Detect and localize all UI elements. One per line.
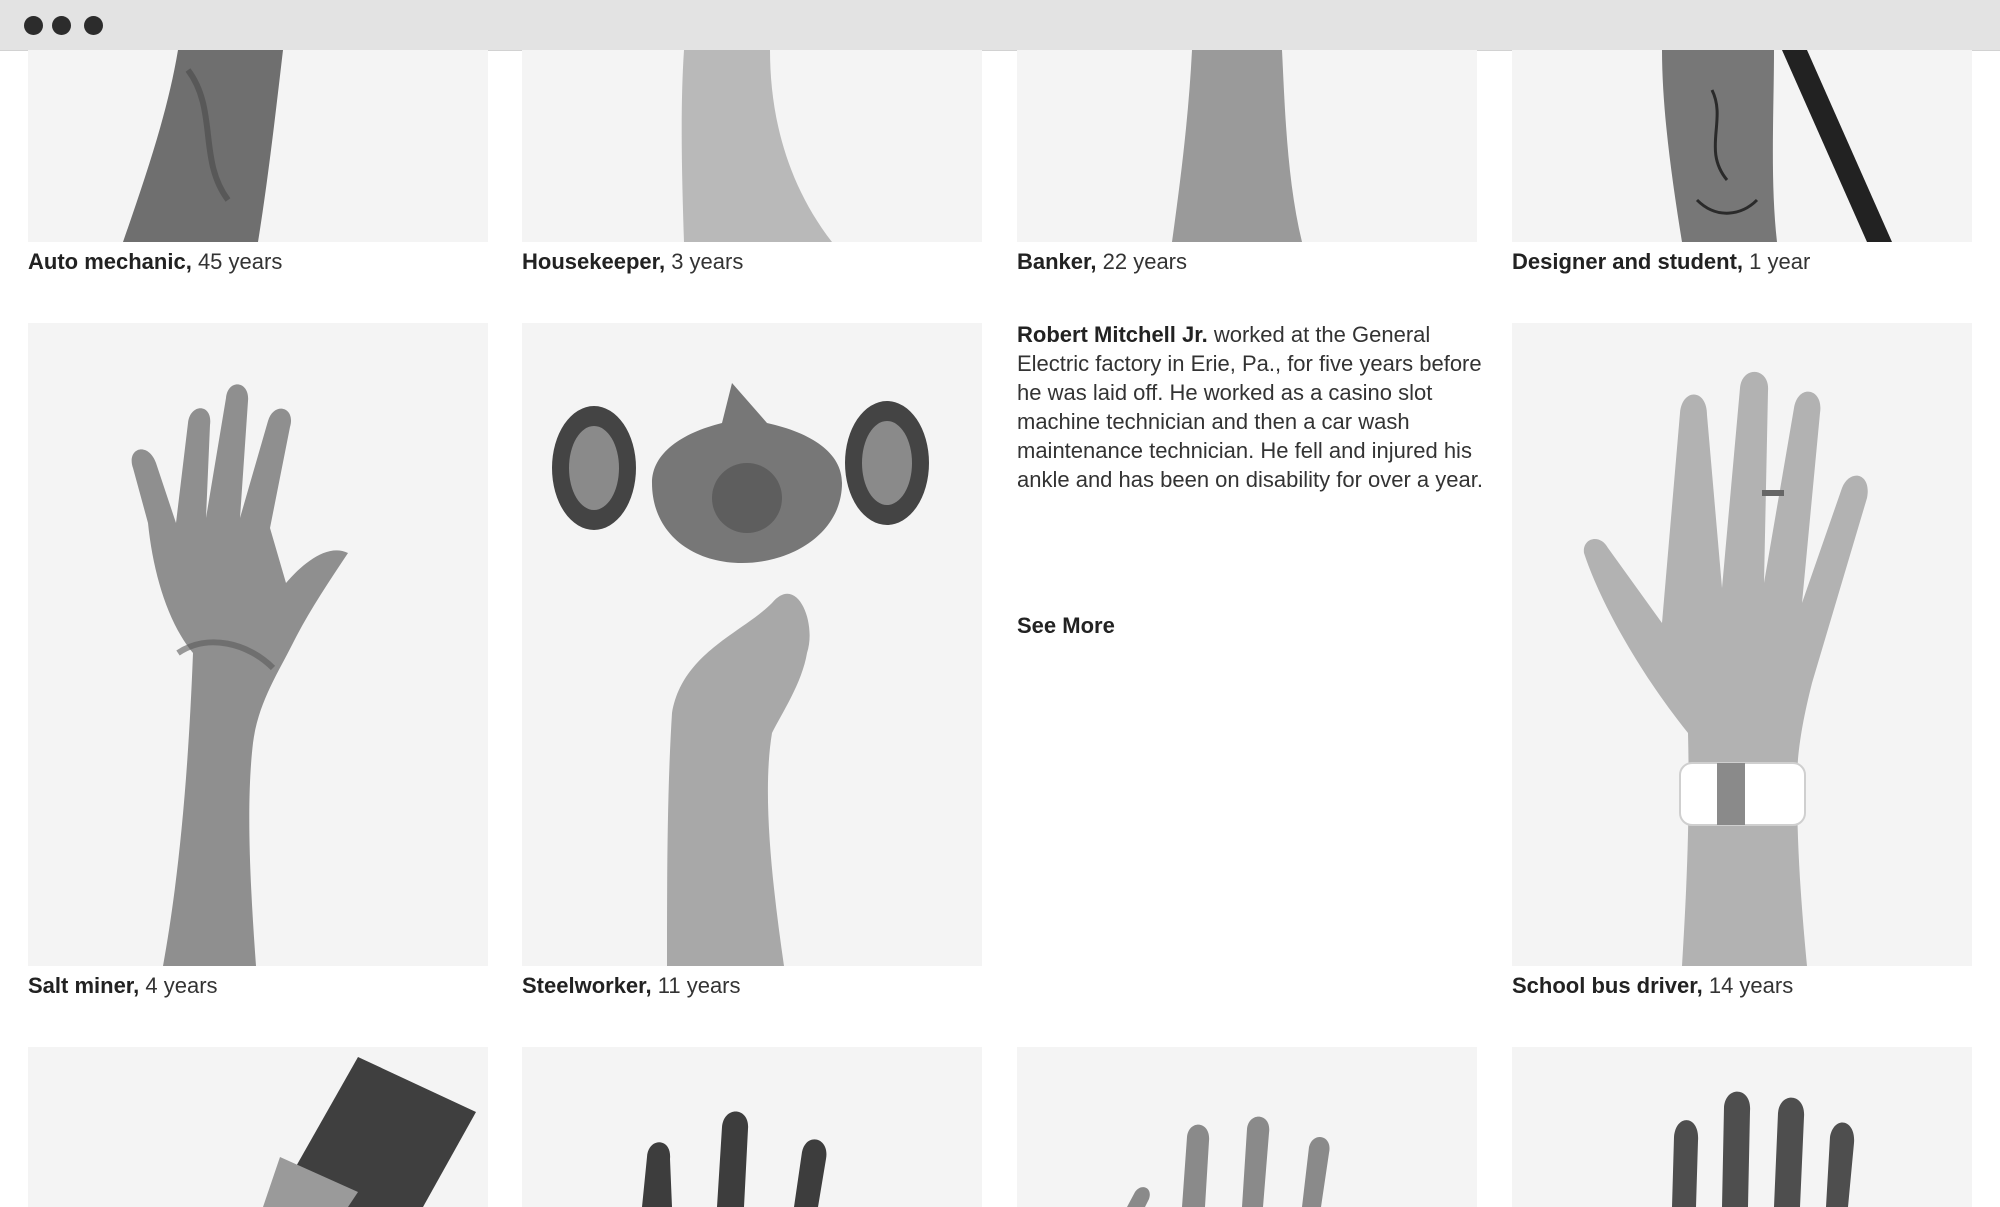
bio-name: Robert Mitchell Jr. <box>1017 322 1208 347</box>
caption-tenure: 22 years <box>1102 249 1188 274</box>
photo-hand-row3-4[interactable] <box>1512 1047 1972 1207</box>
caption-occupation: Salt miner, <box>28 973 140 998</box>
photo-auto-mechanic[interactable] <box>28 50 488 242</box>
window-minimize-dot[interactable] <box>52 16 71 35</box>
caption-auto-mechanic: Auto mechanic, 45 years <box>28 248 282 276</box>
caption-tenure: 1 year <box>1749 249 1811 274</box>
caption-steelworker: Steelworker, 11 years <box>522 972 741 1000</box>
bio-text: Robert Mitchell Jr. worked at the Genera… <box>1017 320 1487 494</box>
caption-school-bus-driver: School bus driver, 14 years <box>1512 972 1793 1000</box>
photo-designer-student[interactable] <box>1512 50 1972 242</box>
forearm-image <box>681 50 832 242</box>
browser-title-bar <box>0 0 2000 51</box>
caption-tenure: 11 years <box>657 973 741 998</box>
paintbrush-image <box>263 1057 476 1207</box>
caption-occupation: School bus driver, <box>1512 973 1703 998</box>
photo-steelworker[interactable] <box>522 323 982 966</box>
photo-hand-row3-2[interactable] <box>522 1047 982 1207</box>
caption-tenure: 4 years <box>145 973 218 998</box>
photo-hand-row3-3[interactable] <box>1017 1047 1477 1207</box>
caption-tenure: 45 years <box>197 249 283 274</box>
tattooed-forearm-image <box>1662 50 1892 242</box>
open-hand-with-watch-image <box>1583 371 1868 966</box>
forearm-image <box>123 50 283 242</box>
caption-occupation: Designer and student, <box>1512 249 1744 274</box>
caption-designer-student: Designer and student, 1 year <box>1512 248 1810 276</box>
fingertips-image <box>1127 1116 1330 1207</box>
caption-occupation: Steelworker, <box>522 973 652 998</box>
window-close-dot[interactable] <box>24 16 43 35</box>
open-hand-image <box>131 384 348 966</box>
photo-banker[interactable] <box>1017 50 1477 242</box>
fingertips-image <box>642 1111 827 1207</box>
caption-banker: Banker, 22 years <box>1017 248 1187 276</box>
caption-tenure: 14 years <box>1708 973 1794 998</box>
fingertips-image <box>1672 1091 1855 1207</box>
photo-housekeeper[interactable] <box>522 50 982 242</box>
respirator-in-hand-image <box>552 383 929 966</box>
caption-tenure: 3 years <box>671 249 744 274</box>
caption-occupation: Banker, <box>1017 249 1097 274</box>
caption-salt-miner: Salt miner, 4 years <box>28 972 218 1000</box>
photo-paintbrush-hand[interactable] <box>28 1047 488 1207</box>
bio-body: worked at the General Electric factory i… <box>1017 322 1483 492</box>
forearm-image <box>1172 50 1302 242</box>
caption-occupation: Auto mechanic, <box>28 249 192 274</box>
photo-school-bus-driver[interactable] <box>1512 323 1972 966</box>
see-more-link[interactable]: See More <box>1017 612 1115 640</box>
photo-salt-miner[interactable] <box>28 323 488 966</box>
window-maximize-dot[interactable] <box>84 16 103 35</box>
caption-housekeeper: Housekeeper, 3 years <box>522 248 743 276</box>
caption-occupation: Housekeeper, <box>522 249 666 274</box>
